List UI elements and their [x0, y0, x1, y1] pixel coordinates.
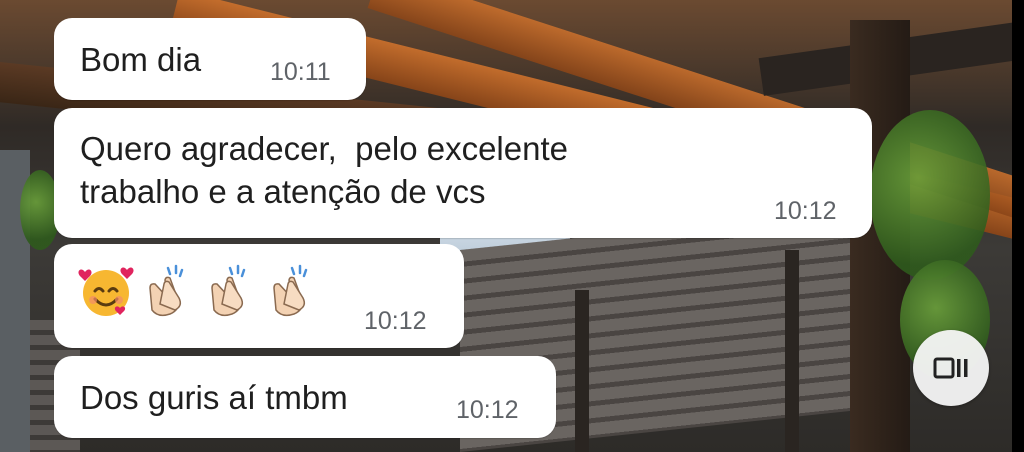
- clapping-hands-icon: [211, 264, 246, 317]
- message-text: Quero agradecer, pelo excelente trabalho…: [80, 130, 568, 210]
- message-text: Bom dia: [80, 41, 202, 78]
- message-time: 10:12: [774, 197, 837, 225]
- wallpaper-plant: [870, 110, 990, 280]
- clapping-hands-icon: [273, 264, 308, 317]
- message-time: 10:12: [456, 396, 519, 424]
- message-bubble[interactable]: Dos guris aí tmbm 10:12: [54, 356, 556, 438]
- message-time: 10:12: [364, 307, 427, 335]
- wallpaper-post: [785, 250, 799, 452]
- chat-wallpaper: Bom dia 10:11 Quero agradecer, pelo exce…: [0, 0, 1012, 452]
- pip-toggle-button[interactable]: [913, 330, 989, 406]
- clapping-hands-icon: [149, 264, 184, 317]
- message-time: 10:11: [270, 58, 331, 86]
- smiling-face-with-hearts-icon: [78, 267, 134, 316]
- pip-toggle-icon: [933, 357, 968, 379]
- screen-edge: [1012, 0, 1024, 452]
- message-bubble[interactable]: Bom dia 10:11: [54, 18, 366, 100]
- message-text: Dos guris aí tmbm: [80, 379, 348, 416]
- emoji-row: [76, 260, 322, 320]
- message-bubble[interactable]: Quero agradecer, pelo excelente trabalho…: [54, 108, 872, 238]
- message-bubble[interactable]: 10:12: [54, 244, 464, 348]
- wallpaper-post: [575, 290, 589, 452]
